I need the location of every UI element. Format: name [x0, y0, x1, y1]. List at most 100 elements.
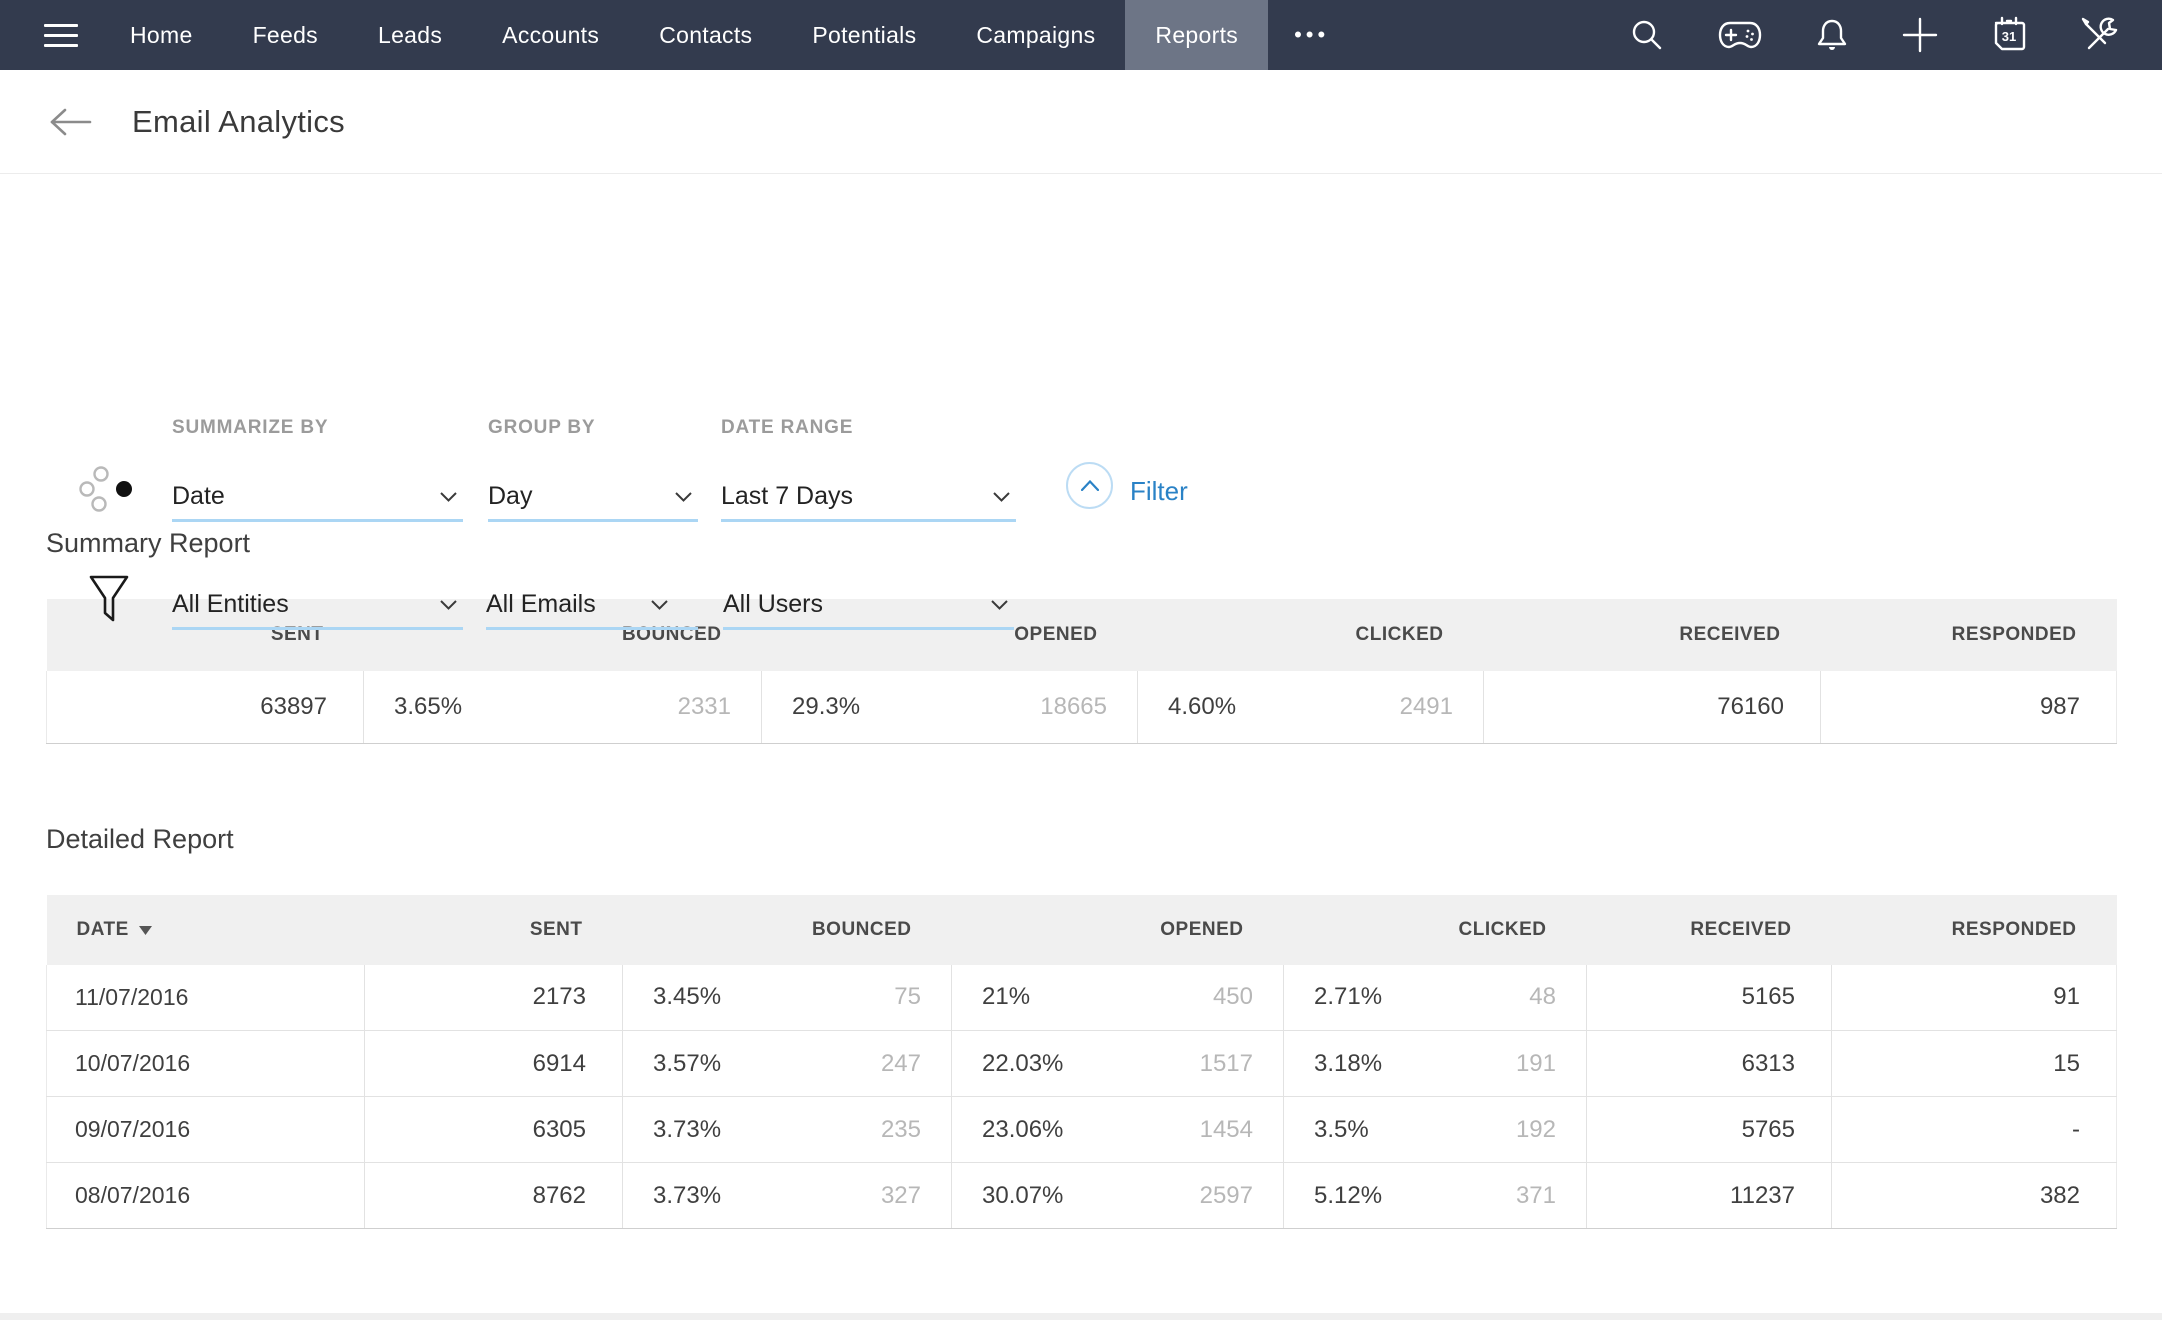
- summary-opened-count: 18665: [1040, 693, 1107, 721]
- clicked-pct: 3.18%: [1314, 1050, 1382, 1078]
- user-dropdown[interactable]: All Users: [723, 582, 1014, 630]
- opened-count: 450: [1213, 983, 1253, 1011]
- chevron-down-icon: [440, 492, 457, 502]
- table-row: 09/07/2016 6305 3.73%235 23.06%1454 3.5%…: [47, 1097, 2117, 1163]
- date-range-dropdown[interactable]: Last 7 Days: [721, 474, 1016, 522]
- nav-item-leads[interactable]: Leads: [348, 0, 472, 70]
- bounced-count: 327: [881, 1182, 921, 1210]
- nav-item-home[interactable]: Home: [100, 0, 223, 70]
- bounced-pct: 3.73%: [653, 1182, 721, 1210]
- row-clicked: 3.18% 191: [1284, 1031, 1587, 1097]
- summary-header-clicked: CLICKED: [1138, 599, 1484, 671]
- detailed-header-opened: OPENED: [952, 895, 1284, 965]
- summary-clicked-pct: 4.60%: [1168, 693, 1236, 721]
- bounced-count: 235: [881, 1116, 921, 1144]
- detailed-header-bounced: BOUNCED: [623, 895, 952, 965]
- summary-header-responded: RESPONDED: [1821, 599, 2117, 671]
- funnel-filter-icon: [88, 574, 130, 629]
- nav-item-feeds[interactable]: Feeds: [223, 0, 348, 70]
- row-date: 10/07/2016: [47, 1031, 365, 1097]
- chevron-down-icon: [651, 600, 668, 610]
- filter-link[interactable]: Filter: [1130, 476, 1188, 507]
- opened-pct: 23.06%: [982, 1116, 1063, 1144]
- opened-count: 1454: [1200, 1116, 1253, 1144]
- summary-bounced-pct: 3.65%: [394, 693, 462, 721]
- row-date: 11/07/2016: [47, 965, 365, 1031]
- date-range-label: DATE RANGE: [721, 417, 853, 439]
- opened-count: 2597: [1200, 1182, 1253, 1210]
- gamepad-icon[interactable]: [1718, 20, 1762, 50]
- nav-item-accounts[interactable]: Accounts: [472, 0, 629, 70]
- row-opened: 21% 450: [952, 965, 1284, 1031]
- email-dropdown[interactable]: All Emails: [486, 582, 698, 630]
- detailed-header-received: RECEIVED: [1587, 895, 1832, 965]
- user-value: All Users: [723, 590, 823, 619]
- row-clicked: 3.5%192: [1284, 1097, 1587, 1163]
- entity-value: All Entities: [172, 590, 289, 619]
- hamburger-menu-icon[interactable]: [44, 24, 78, 47]
- row-sent: 8762: [365, 1163, 623, 1229]
- bounced-count: 75: [894, 983, 921, 1011]
- summary-clicked-count: 2491: [1400, 693, 1453, 721]
- date-range-value: Last 7 Days: [721, 482, 853, 511]
- opened-pct: 22.03%: [982, 1050, 1063, 1078]
- row-date: 09/07/2016: [47, 1097, 365, 1163]
- group-by-dropdown[interactable]: Day: [488, 474, 698, 522]
- opened-pct: 21%: [982, 983, 1030, 1011]
- nav-item-campaigns[interactable]: Campaigns: [946, 0, 1125, 70]
- row-opened: 23.06% 1454: [952, 1097, 1284, 1163]
- plus-icon[interactable]: [1902, 17, 1938, 53]
- nav-item-reports[interactable]: Reports: [1125, 0, 1268, 70]
- row-responded: 91: [1832, 965, 2117, 1031]
- row-responded: 382: [1832, 1163, 2117, 1229]
- row-received: 5165: [1587, 965, 1832, 1031]
- chevron-up-icon: [1081, 480, 1099, 491]
- bounced-pct: 3.57%: [653, 1050, 721, 1078]
- summary-clicked-cell: 4.60% 2491: [1138, 671, 1484, 743]
- top-nav: Home Feeds Leads Accounts Contacts Poten…: [0, 0, 2162, 70]
- page-title: Email Analytics: [132, 104, 345, 140]
- bell-icon[interactable]: [1816, 18, 1848, 52]
- page-header: Email Analytics: [0, 70, 2162, 174]
- row-bounced: 3.73% 327: [623, 1163, 952, 1229]
- back-arrow-icon[interactable]: [48, 107, 94, 137]
- filter-collapse-button[interactable]: [1066, 462, 1113, 509]
- group-by-icon: [72, 464, 134, 519]
- search-icon[interactable]: [1630, 18, 1664, 52]
- group-by-label: GROUP BY: [488, 417, 595, 439]
- summary-opened-cell: 29.3% 18665: [762, 671, 1138, 743]
- table-row: 08/07/2016 8762 3.73%327 30.07%2597 5.12…: [47, 1163, 2117, 1229]
- bounced-pct: 3.45%: [653, 983, 721, 1011]
- summary-received-value: 76160: [1484, 671, 1821, 743]
- detailed-report-title: Detailed Report: [0, 824, 2162, 855]
- row-opened: 30.07%2597: [952, 1163, 1284, 1229]
- clicked-count: 48: [1529, 983, 1556, 1011]
- detailed-header-responded: RESPONDED: [1832, 895, 2117, 965]
- summarize-by-dropdown[interactable]: Date: [172, 474, 463, 522]
- row-responded: -: [1832, 1097, 2117, 1163]
- detailed-header-date[interactable]: DATE: [47, 895, 365, 965]
- table-row: 11/07/2016 2173 3.45%75 21%450 2.71%48 5…: [47, 965, 2117, 1031]
- row-received: 5765: [1587, 1097, 1832, 1163]
- chevron-down-icon: [991, 600, 1008, 610]
- entity-dropdown[interactable]: All Entities: [172, 582, 463, 630]
- nav-item-potentials[interactable]: Potentials: [782, 0, 946, 70]
- summary-report-title: Summary Report: [0, 528, 2162, 559]
- summary-bounced-count: 2331: [678, 693, 731, 721]
- detailed-table: DATE SENT BOUNCED OPENED CLICKED RECEIVE…: [46, 895, 2117, 1230]
- nav-more-ellipsis[interactable]: •••: [1268, 0, 1355, 70]
- tools-icon[interactable]: [2080, 16, 2118, 54]
- clicked-count: 191: [1516, 1050, 1556, 1078]
- bottom-strip: [0, 1313, 2162, 1320]
- summarize-by-value: Date: [172, 482, 225, 511]
- detailed-header-row: DATE SENT BOUNCED OPENED CLICKED RECEIVE…: [47, 895, 2117, 965]
- row-responded: 15: [1832, 1031, 2117, 1097]
- summary-bounced-cell: 3.65% 2331: [364, 671, 762, 743]
- row-sent: 6305: [365, 1097, 623, 1163]
- nav-item-contacts[interactable]: Contacts: [629, 0, 782, 70]
- clicked-pct: 5.12%: [1314, 1182, 1382, 1210]
- group-by-value: Day: [488, 482, 532, 511]
- summarize-by-label: SUMMARIZE BY: [172, 417, 328, 439]
- clicked-pct: 3.5%: [1314, 1116, 1369, 1144]
- calendar-icon[interactable]: 31: [1992, 16, 2026, 54]
